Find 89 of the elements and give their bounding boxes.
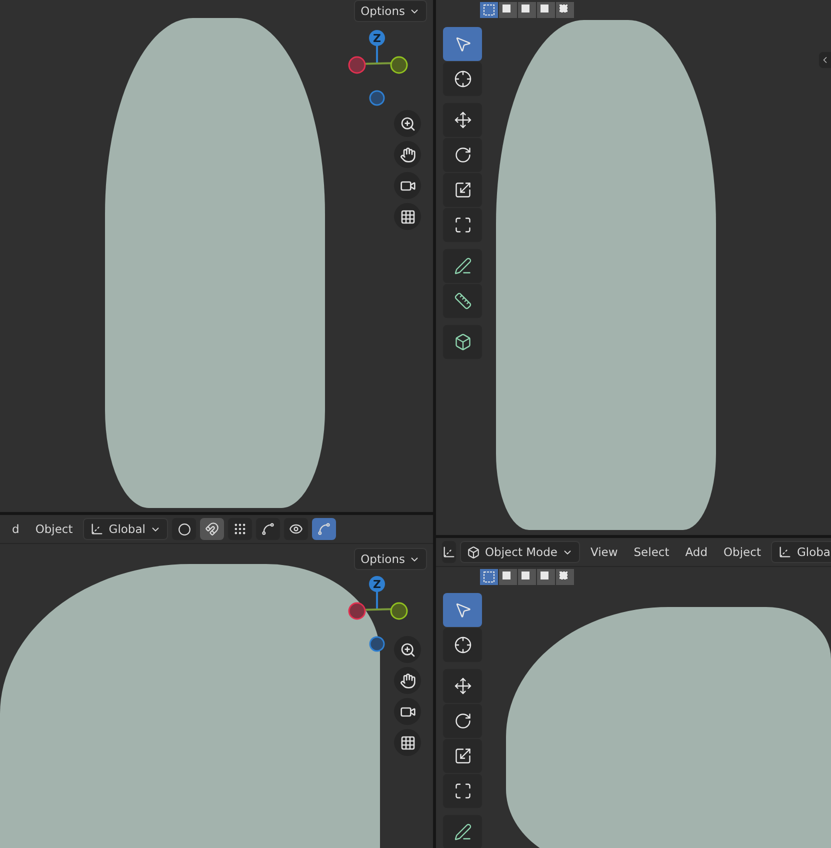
- pan-button[interactable]: [394, 141, 421, 168]
- selection-mode-icon: [483, 571, 495, 583]
- selection-mode-button[interactable]: [518, 2, 536, 18]
- rotate-icon: [454, 712, 472, 730]
- grid-view-button[interactable]: [394, 203, 421, 230]
- hand-icon: [400, 672, 416, 688]
- pivot-icon: [178, 522, 191, 536]
- header-menu[interactable]: Object: [29, 520, 79, 538]
- pivot-button[interactable]: [172, 518, 196, 540]
- snap-target-button[interactable]: [228, 518, 252, 540]
- selection-mode-button[interactable]: [537, 2, 555, 18]
- annotate-tool-button[interactable]: [443, 815, 482, 848]
- scale-tool-button[interactable]: [443, 739, 482, 773]
- camera-view-button[interactable]: [394, 172, 421, 199]
- orientation-dropdown[interactable]: Global: [82, 518, 168, 540]
- annotate-tool-button[interactable]: [443, 249, 482, 283]
- scale-icon: [454, 747, 472, 765]
- zoom-icon: [400, 116, 416, 132]
- grid-view-button[interactable]: [394, 729, 421, 756]
- transform-icon: [454, 782, 472, 800]
- falloff-curve-icon: [261, 522, 276, 536]
- editor-icon: [442, 545, 456, 559]
- transform-icon: [454, 216, 472, 234]
- zoom-button[interactable]: [394, 636, 421, 663]
- selection-mode-button[interactable]: [499, 569, 517, 585]
- cursor-tool-button[interactable]: [443, 628, 482, 662]
- measure-icon: [454, 292, 472, 310]
- mode-dropdown[interactable]: Object Mode: [460, 541, 580, 563]
- cursor-tool-button[interactable]: [443, 62, 482, 96]
- add-cube-tool-button[interactable]: [443, 325, 482, 359]
- annotate-icon: [454, 823, 472, 841]
- selection-mode-button[interactable]: [537, 569, 555, 585]
- select-tool-button[interactable]: [443, 27, 482, 61]
- header-menu[interactable]: Add: [679, 543, 714, 561]
- move-icon: [454, 677, 472, 695]
- scale-icon: [454, 181, 472, 199]
- gizmo-icon: [317, 522, 332, 536]
- transform-tool-button[interactable]: [443, 774, 482, 808]
- zoom-icon: [400, 642, 416, 658]
- magnet-icon: [205, 522, 220, 536]
- orientation-dropdown[interactable]: Globa: [770, 541, 831, 563]
- proportional-edit-button[interactable]: [256, 518, 280, 540]
- measure-tool-button[interactable]: [443, 284, 482, 318]
- move-tool-button[interactable]: [443, 103, 482, 137]
- camera-view-button[interactable]: [394, 698, 421, 725]
- rotate-tool-button[interactable]: [443, 138, 482, 172]
- options-dropdown[interactable]: Options: [354, 0, 427, 22]
- selection-mode-button[interactable]: [499, 2, 517, 18]
- axes-icon: [778, 545, 792, 559]
- grid-icon: [400, 208, 416, 224]
- cursor-icon: [454, 636, 472, 654]
- pan-button[interactable]: [394, 667, 421, 694]
- select-icon: [454, 35, 472, 53]
- add-cube-icon: [454, 333, 472, 351]
- selection-mode-button[interactable]: [518, 569, 536, 585]
- editor-type-button[interactable]: [442, 541, 456, 563]
- header-menu[interactable]: Object: [718, 543, 767, 561]
- scale-tool-button[interactable]: [443, 173, 482, 207]
- move-icon: [454, 111, 472, 129]
- rotate-icon: [454, 146, 472, 164]
- eye-icon: [289, 522, 304, 536]
- axis-gizmo-drawing[interactable]: Z: [347, 574, 417, 664]
- grid-icon: [400, 734, 416, 750]
- move-tool-button[interactable]: [443, 669, 482, 703]
- annotate-icon: [454, 257, 472, 275]
- axis-gizmo-drawing[interactable]: Z: [347, 28, 417, 118]
- axes-icon: [90, 522, 104, 536]
- header-menu[interactable]: View: [584, 543, 624, 561]
- zoom-button[interactable]: [394, 110, 421, 137]
- cursor-icon: [454, 70, 472, 88]
- snap-button[interactable]: [200, 518, 224, 540]
- selection-mode-button[interactable]: [556, 569, 574, 585]
- selection-mode-button[interactable]: [480, 569, 498, 585]
- options-dropdown[interactable]: Options: [354, 548, 427, 570]
- header-menu[interactable]: Select: [628, 543, 676, 561]
- rotate-tool-button[interactable]: [443, 704, 482, 738]
- hand-icon: [400, 146, 416, 162]
- header-menu[interactable]: d: [6, 520, 26, 538]
- selection-mode-button[interactable]: [480, 2, 498, 18]
- visibility-button[interactable]: [284, 518, 308, 540]
- select-icon: [454, 601, 472, 619]
- gizmo-toggle-button[interactable]: [312, 518, 336, 540]
- object-icon: [467, 546, 480, 558]
- grid-dots-icon: [233, 522, 248, 536]
- selection-mode-button[interactable]: [556, 2, 574, 18]
- selection-mode-icon: [483, 4, 495, 16]
- collapse-tab[interactable]: [819, 52, 831, 68]
- select-tool-button[interactable]: [443, 593, 482, 627]
- transform-tool-button[interactable]: [443, 208, 482, 242]
